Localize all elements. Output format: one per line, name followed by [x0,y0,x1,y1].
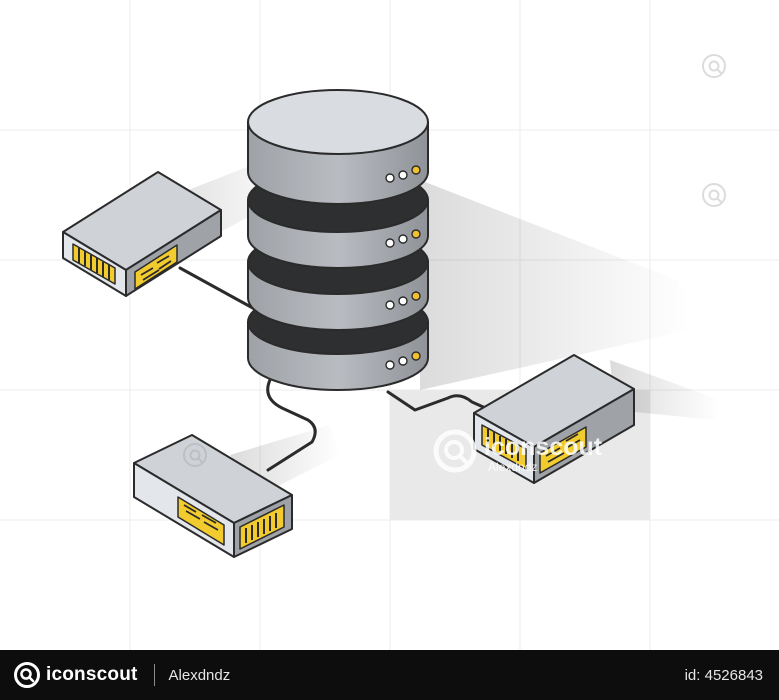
footer-author[interactable]: Alexdndz [169,667,231,684]
footer-asset-id: id: 4526843 [684,666,763,684]
footer-brand-name: iconscout [46,664,138,685]
footer-divider [153,664,155,686]
illustration-canvas: iconscout Alexdndz [0,0,779,650]
footer-brand[interactable]: iconscout [14,662,138,688]
database-server-icon [247,89,429,391]
footer-bar: iconscout Alexdndz id: 4526843 [0,650,779,700]
watermark-author: Alexdndz [488,460,537,474]
iconscout-logo-icon [14,662,40,688]
watermark-brand: iconscout [484,433,603,461]
